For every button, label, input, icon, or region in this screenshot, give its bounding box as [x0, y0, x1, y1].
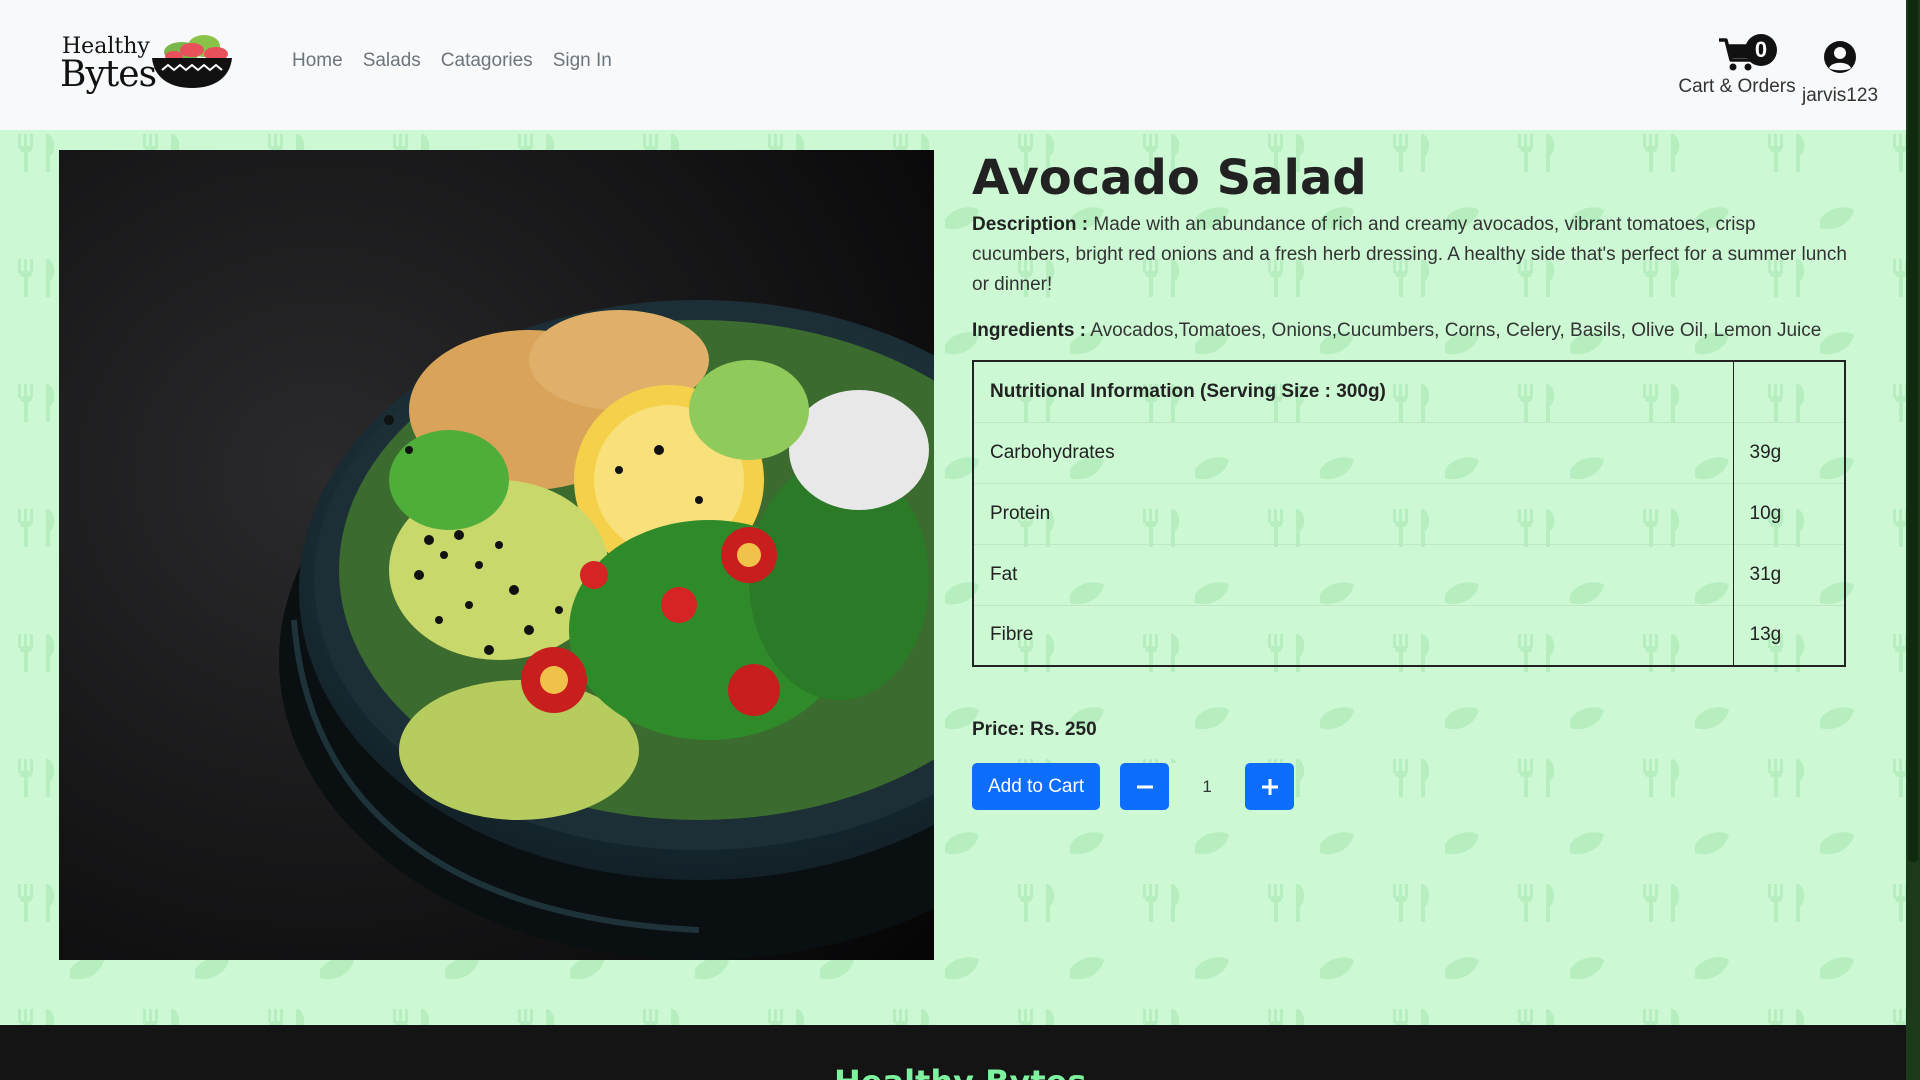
quantity-stepper: [1120, 763, 1295, 810]
product-image: [59, 150, 934, 960]
ingredients-label: Ingredients :: [972, 320, 1087, 341]
page-scrollbar[interactable]: [1906, 0, 1920, 1080]
username: jarvis123: [1801, 85, 1879, 106]
product-ingredients: Ingredients : Avocados,Tomatoes, Onions,…: [972, 320, 1852, 342]
footer: Healthy Bytes: [0, 1025, 1906, 1080]
minus-icon: [1136, 785, 1153, 788]
description-text: Made with an abundance of rich and cream…: [972, 214, 1847, 295]
add-to-cart-button[interactable]: Add to Cart: [972, 763, 1101, 810]
top-navbar: Healthy Bytes Home Salads Catagories Sig…: [0, 0, 1906, 130]
nutrition-header-value: [1732, 361, 1845, 422]
footer-brand: Healthy Bytes: [834, 1063, 1086, 1080]
nav-sign-in[interactable]: Sign In: [553, 50, 612, 72]
brand-line-2: Bytes: [60, 54, 157, 95]
nutrition-header-row: Nutritional Information (Serving Size : …: [973, 361, 1845, 422]
nutrient-value: 31g: [1732, 543, 1845, 605]
brand-logo[interactable]: Healthy Bytes: [60, 26, 235, 96]
nutrient-name: Fibre: [973, 604, 1733, 666]
plus-icon: [1261, 778, 1278, 795]
increase-quantity-button[interactable]: [1245, 763, 1295, 810]
nutrient-value: 10g: [1732, 482, 1845, 544]
product-title: Avocado Salad: [972, 150, 1367, 206]
ingredients-text: Avocados,Tomatoes, Onions,Cucumbers, Cor…: [1090, 320, 1822, 341]
nutrient-name: Carbohydrates: [973, 421, 1733, 483]
product-info: Avocado Salad Description : Made with an…: [972, 150, 1852, 810]
nav-categories[interactable]: Catagories: [441, 50, 533, 72]
cart-actions: Add to Cart: [972, 763, 1852, 810]
nutrition-table: Nutritional Information (Serving Size : …: [972, 360, 1846, 667]
table-row: Fat 31g: [973, 543, 1845, 605]
table-row: Carbohydrates 39g: [973, 421, 1845, 483]
product-price: Price: Rs. 250: [972, 719, 1097, 740]
salad-bowl-logo: [152, 35, 232, 88]
table-row: Protein 10g: [973, 482, 1845, 544]
nutrient-name: Fat: [973, 543, 1733, 605]
nav-home[interactable]: Home: [292, 50, 343, 72]
product-description: Description : Made with an abundance of …: [972, 210, 1852, 300]
nutrient-value: 13g: [1732, 604, 1845, 666]
user-icon: [1824, 41, 1856, 73]
user-menu[interactable]: jarvis123: [1790, 36, 1890, 107]
scrollbar-thumb[interactable]: [1908, 0, 1918, 862]
main-nav: Home Salads Catagories Sign In: [292, 50, 612, 72]
nutrient-value: 39g: [1732, 421, 1845, 483]
quantity-input[interactable]: [1169, 763, 1246, 810]
cart-count-badge: 0: [1745, 34, 1777, 66]
table-row: Fibre 13g: [973, 604, 1845, 666]
description-label: Description :: [972, 214, 1089, 235]
product-section: Avocado Salad Description : Made with an…: [0, 130, 1906, 1025]
nutrition-header: Nutritional Information (Serving Size : …: [990, 380, 1386, 402]
decrease-quantity-button[interactable]: [1120, 763, 1170, 810]
nav-salads[interactable]: Salads: [363, 50, 421, 72]
cart-icon: 0: [1717, 34, 1777, 72]
nutrient-name: Protein: [973, 482, 1733, 544]
